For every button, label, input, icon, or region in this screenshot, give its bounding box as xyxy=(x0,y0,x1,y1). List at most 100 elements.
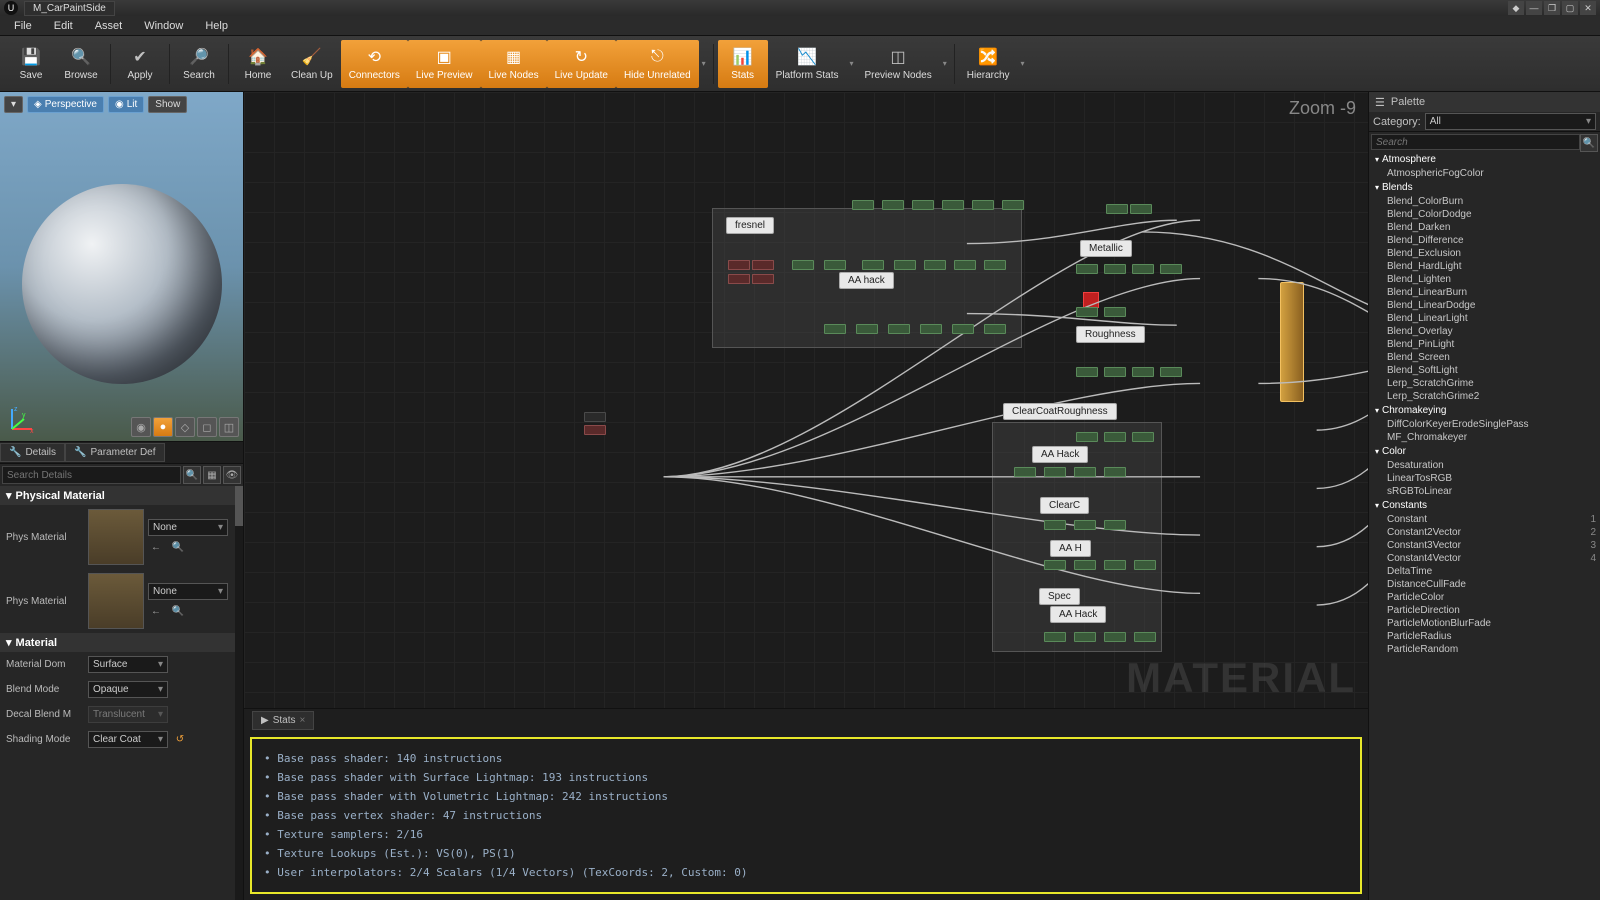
search-icon[interactable]: 🔍 xyxy=(1580,134,1598,152)
palette-category[interactable]: ▾Blends xyxy=(1369,180,1600,195)
shape-custom-button[interactable]: ◫ xyxy=(219,417,239,437)
graph-node[interactable] xyxy=(752,260,774,270)
menu-window[interactable]: Window xyxy=(134,18,193,34)
palette-search-input[interactable] xyxy=(1371,134,1580,150)
asset-dropdown[interactable]: None xyxy=(148,519,228,536)
palette-item[interactable]: Blend_Lighten xyxy=(1369,273,1600,286)
palette-item[interactable]: Blend_Exclusion xyxy=(1369,247,1600,260)
palette-category[interactable]: ▾Atmosphere xyxy=(1369,152,1600,167)
toolbar-search-button[interactable]: 🔎Search xyxy=(174,40,224,88)
graph-node[interactable] xyxy=(1074,520,1096,530)
graph-node[interactable] xyxy=(1134,632,1156,642)
graph-node[interactable] xyxy=(824,260,846,270)
tab-details[interactable]: 🔧Details xyxy=(0,443,65,462)
graph-node[interactable] xyxy=(1076,432,1098,442)
graph-node[interactable] xyxy=(1076,264,1098,274)
tab-parameter-def[interactable]: 🔧Parameter Def xyxy=(65,443,164,462)
menu-edit[interactable]: Edit xyxy=(44,18,83,34)
visibility-icon[interactable]: 👁 xyxy=(223,466,241,484)
menu-asset[interactable]: Asset xyxy=(85,18,133,34)
node-comment[interactable]: AA Hack xyxy=(1050,606,1106,623)
window-close-button[interactable]: ✕ xyxy=(1580,1,1596,15)
graph-node[interactable] xyxy=(824,324,846,334)
graph-node[interactable] xyxy=(1104,560,1126,570)
asset-thumbnail[interactable] xyxy=(88,573,144,629)
palette-category[interactable]: ▾Color xyxy=(1369,444,1600,459)
toolbar-live-preview-button[interactable]: ▣Live Preview xyxy=(408,40,481,88)
palette-item[interactable]: ParticleRadius xyxy=(1369,630,1600,643)
preview-viewport[interactable]: ▾ ◈ Perspective ◉ Lit Show zxy ◉ ● ◇ ◻ ◫ xyxy=(0,92,243,442)
node-comment[interactable]: Roughness xyxy=(1076,326,1145,343)
graph-node[interactable] xyxy=(1076,307,1098,317)
browse-icon[interactable]: 🔍 xyxy=(170,604,186,620)
node-comment[interactable]: ClearC xyxy=(1040,497,1089,514)
graph-node[interactable] xyxy=(1104,467,1126,477)
palette-item[interactable]: Blend_Overlay xyxy=(1369,325,1600,338)
palette-item[interactable]: AtmosphericFogColor xyxy=(1369,167,1600,180)
details-search-input[interactable] xyxy=(2,466,181,484)
toolbar-save-button[interactable]: 💾Save xyxy=(6,40,56,88)
section-header[interactable]: ▾Material xyxy=(0,633,243,652)
material-output-node[interactable] xyxy=(1280,282,1304,402)
graph-node[interactable] xyxy=(1104,307,1126,317)
palette-item[interactable]: ParticleRandom xyxy=(1369,643,1600,656)
toolbar-live-update-button[interactable]: ↻Live Update xyxy=(547,40,616,88)
palette-item[interactable]: Constant3Vector3 xyxy=(1369,539,1600,552)
window-maximize-button[interactable]: ▢ xyxy=(1562,1,1578,15)
graph-node[interactable] xyxy=(920,324,942,334)
property-dropdown[interactable]: Clear Coat xyxy=(88,731,168,748)
graph-node[interactable] xyxy=(1074,560,1096,570)
color-swatch[interactable] xyxy=(1083,292,1099,308)
palette-item[interactable]: Lerp_ScratchGrime2 xyxy=(1369,390,1600,403)
shape-plane-button[interactable]: ◇ xyxy=(175,417,195,437)
palette-item[interactable]: Blend_Screen xyxy=(1369,351,1600,364)
material-graph[interactable]: Zoom -9 MATERIAL xyxy=(244,92,1368,708)
graph-node[interactable] xyxy=(942,200,964,210)
palette-item[interactable]: Constant4Vector4 xyxy=(1369,552,1600,565)
graph-node[interactable] xyxy=(1104,632,1126,642)
toolbar-apply-button[interactable]: ✔Apply xyxy=(115,40,165,88)
search-icon[interactable]: 🔍 xyxy=(183,466,201,484)
graph-node[interactable] xyxy=(1160,367,1182,377)
window-minimize-button[interactable]: — xyxy=(1526,1,1542,15)
palette-item[interactable]: DistanceCullFade xyxy=(1369,578,1600,591)
graph-node[interactable] xyxy=(752,274,774,284)
palette-item[interactable]: Constant1 xyxy=(1369,513,1600,526)
palette-list[interactable]: ▾AtmosphereAtmosphericFogColor▾Blends Ble… xyxy=(1369,152,1600,900)
palette-item[interactable]: ParticleMotionBlurFade xyxy=(1369,617,1600,630)
category-dropdown[interactable]: All xyxy=(1425,113,1596,130)
palette-item[interactable]: sRGBToLinear xyxy=(1369,485,1600,498)
graph-node[interactable] xyxy=(1132,367,1154,377)
graph-node[interactable] xyxy=(852,200,874,210)
graph-node[interactable] xyxy=(1044,520,1066,530)
node-comment[interactable]: Metallic xyxy=(1080,240,1132,257)
node-comment[interactable]: AA hack xyxy=(839,272,894,289)
graph-node[interactable] xyxy=(862,260,884,270)
graph-node[interactable] xyxy=(728,274,750,284)
graph-node[interactable] xyxy=(1130,204,1152,214)
palette-item[interactable]: Blend_SoftLight xyxy=(1369,364,1600,377)
palette-item[interactable]: Lerp_ScratchGrime xyxy=(1369,377,1600,390)
property-dropdown[interactable]: Translucent xyxy=(88,706,168,723)
palette-item[interactable]: Blend_LinearDodge xyxy=(1369,299,1600,312)
toolbar-hide-unrelated-button[interactable]: ⎋Hide Unrelated xyxy=(616,40,699,88)
palette-item[interactable]: ParticleColor xyxy=(1369,591,1600,604)
palette-item[interactable]: Blend_Difference xyxy=(1369,234,1600,247)
graph-node[interactable] xyxy=(972,200,994,210)
property-dropdown[interactable]: Opaque xyxy=(88,681,168,698)
graph-node[interactable] xyxy=(1104,264,1126,274)
graph-node[interactable] xyxy=(1104,367,1126,377)
graph-node[interactable] xyxy=(984,324,1006,334)
graph-node[interactable] xyxy=(912,200,934,210)
viewport-perspective-button[interactable]: ◈ Perspective xyxy=(27,96,104,113)
graph-node[interactable] xyxy=(1044,467,1066,477)
graph-node[interactable] xyxy=(856,324,878,334)
toolbar-preview-nodes-button[interactable]: ◫Preview Nodes xyxy=(856,40,939,88)
graph-node[interactable] xyxy=(954,260,976,270)
palette-item[interactable]: LinearTosRGB xyxy=(1369,472,1600,485)
graph-node[interactable] xyxy=(1014,467,1036,477)
palette-item[interactable]: Blend_Darken xyxy=(1369,221,1600,234)
reset-icon[interactable]: ↺ xyxy=(172,732,188,748)
palette-item[interactable]: Blend_HardLight xyxy=(1369,260,1600,273)
viewport-show-button[interactable]: Show xyxy=(148,96,187,113)
